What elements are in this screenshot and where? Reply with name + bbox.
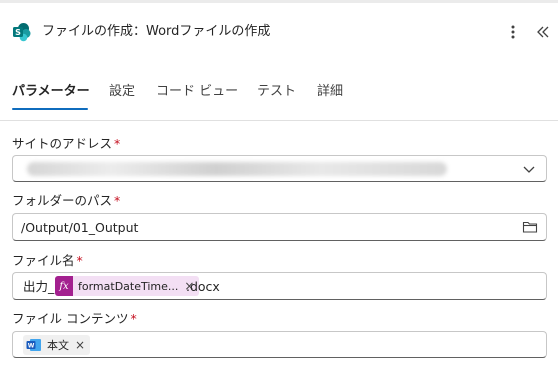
dynamic-content-token-label: 本文: [47, 339, 69, 352]
file-content-input[interactable]: W 本文 ×: [12, 331, 547, 358]
tab-details[interactable]: 詳細: [317, 83, 343, 101]
folder-icon[interactable]: [522, 219, 538, 235]
tab-parameters[interactable]: パラメーター: [12, 83, 90, 101]
tab-test[interactable]: テスト: [257, 83, 296, 101]
folder-path-input[interactable]: /Output/01_Output: [12, 213, 547, 241]
folder-path-label: フォルダーのパス *: [12, 193, 120, 209]
required-mark: *: [130, 311, 137, 326]
fx-icon: fx: [55, 276, 73, 296]
required-mark: *: [114, 193, 121, 208]
page-title: ファイルの作成：Wordファイルの作成: [42, 24, 271, 39]
svg-text:W: W: [28, 343, 35, 350]
chevron-down-icon[interactable]: [522, 162, 536, 176]
word-icon: W: [26, 339, 41, 351]
more-vertical-icon: [511, 25, 515, 39]
file-name-label-text: ファイル名: [12, 253, 75, 268]
site-address-label: サイトのアドレス *: [12, 136, 120, 152]
expression-token-label: formatDateTime...: [78, 279, 179, 293]
tab-settings[interactable]: 設定: [109, 83, 135, 101]
file-name-suffix: .docx: [186, 279, 220, 294]
site-address-label-text: サイトのアドレス: [12, 136, 113, 151]
required-mark: *: [114, 136, 121, 151]
tabs-divider: [0, 120, 558, 121]
sharepoint-icon: S: [13, 23, 31, 42]
tab-bar: パラメーター 設定 コード ビュー テスト 詳細: [0, 80, 558, 112]
tab-code-view[interactable]: コード ビュー: [156, 83, 238, 101]
remove-token-button[interactable]: ×: [75, 338, 90, 352]
folder-path-value: /Output/01_Output: [21, 220, 139, 235]
site-address-dropdown[interactable]: [12, 155, 547, 182]
folder-path-label-text: フォルダーのパス: [12, 193, 113, 208]
double-chevron-left-icon: [537, 26, 549, 38]
top-border: [0, 0, 558, 3]
file-name-label: ファイル名 *: [12, 253, 83, 269]
collapse-panel-button[interactable]: [532, 20, 554, 44]
panel-header: S ファイルの作成：Wordファイルの作成: [0, 14, 558, 50]
file-content-label: ファイル コンテンツ *: [12, 311, 137, 327]
more-options-button[interactable]: [505, 20, 521, 44]
file-name-input[interactable]: 出力_ fx formatDateTime... × .docx: [12, 272, 547, 300]
active-tab-indicator: [12, 108, 88, 110]
expression-token[interactable]: fx formatDateTime... ×: [55, 276, 200, 296]
dynamic-content-token[interactable]: W 本文 ×: [23, 335, 91, 355]
svg-text:S: S: [15, 28, 21, 37]
redacted-site-address: [27, 162, 447, 176]
file-name-prefix: 出力_: [23, 279, 55, 294]
file-content-label-text: ファイル コンテンツ: [12, 311, 129, 326]
required-mark: *: [76, 253, 83, 268]
